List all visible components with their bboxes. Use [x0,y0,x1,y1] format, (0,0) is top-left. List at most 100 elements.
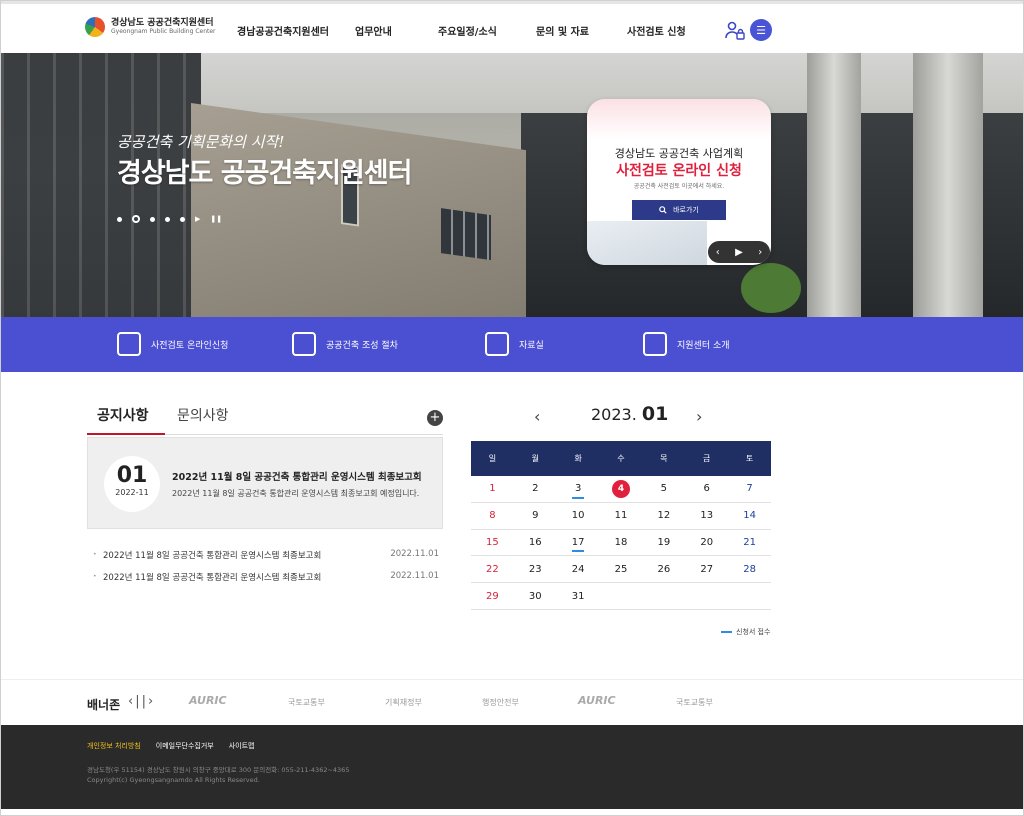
calendar-prev-button[interactable]: ‹ [534,407,540,426]
play-icon[interactable]: ▶ [195,215,200,223]
calendar-day[interactable]: 18 [600,530,643,556]
calendar-day[interactable]: 24 [557,556,600,582]
nav-item-business[interactable]: 업무안내 [355,23,392,38]
page: 경상남도 공공건축지원센터 Gyeongnam Public Building … [0,0,1024,816]
nav-item-center[interactable]: 경남공공건축지원센터 [237,23,329,38]
calendar-day[interactable]: 16 [514,530,557,556]
pause-icon[interactable]: ❚❚ [210,215,222,223]
calendar-day[interactable]: 22 [471,556,514,582]
banner-logo-auric[interactable]: AURIC [189,694,227,707]
quick-link-online-application[interactable]: 사전검토 온라인신청 [117,332,228,356]
calendar-day[interactable]: 29 [471,583,514,609]
chevron-left-icon[interactable]: ‹ [716,247,720,258]
day-number: 19 [657,536,671,548]
list-item[interactable]: • 2022년 11월 8일 공공건축 통합관리 운영시스템 최종보고회 202… [93,571,439,593]
calendar-day[interactable]: 10 [557,503,600,529]
calendar-day[interactable]: 11 [600,503,643,529]
play-icon[interactable]: ▶ [735,247,743,258]
footer-link-sitemap[interactable]: 사이트맵 [229,741,255,751]
calendar-day[interactable]: 25 [600,556,643,582]
day-number: 30 [528,590,542,602]
site-logo[interactable]: 경상남도 공공건축지원센터 Gyeongnam Public Building … [85,17,216,37]
popup-go-button[interactable]: 바로가기 [632,200,726,220]
footer-link-email-policy[interactable]: 이메일무단수집거부 [156,741,214,751]
day-number: 28 [743,563,756,575]
calendar-day[interactable]: 27 [685,556,728,582]
slide-dot[interactable] [117,216,122,222]
quick-link-label: 자료실 [519,340,544,351]
popup-go-label: 바로가기 [673,206,699,214]
calendar-day[interactable]: 4 [600,476,643,502]
day-number: 31 [571,590,585,602]
calendar-day[interactable]: 8 [471,503,514,529]
calendar-day[interactable]: 13 [685,503,728,529]
calendar-day[interactable]: 7 [728,476,771,502]
slide-dot[interactable] [180,216,185,222]
calendar-day[interactable]: 20 [685,530,728,556]
more-button[interactable]: + [427,410,443,426]
calendar-day[interactable]: 21 [728,530,771,556]
tab-notice[interactable]: 공지사항 [97,405,149,425]
calendar-day[interactable]: 28 [728,556,771,582]
calendar-day[interactable]: 17 [557,530,600,556]
list-item[interactable]: • 2022년 11월 8일 공공건축 통합관리 운영시스템 최종보고회 202… [93,549,439,571]
nav-item-pre-review[interactable]: 사전검토 신청 [627,23,686,38]
legend-swatch [721,631,732,633]
quick-link-archive[interactable]: 자료실 [485,332,544,356]
calendar-day[interactable]: 6 [685,476,728,502]
user-lock-icon[interactable] [725,20,745,40]
calendar-day[interactable]: 9 [514,503,557,529]
slide-dot[interactable] [150,216,155,222]
weekday-label: 금 [703,454,711,463]
slide-dot[interactable] [165,216,170,222]
nav-item-schedule[interactable]: 주요일정/소식 [438,23,497,38]
menu-button[interactable]: ☰ [750,19,772,41]
slide-dot-active[interactable] [132,215,140,223]
pause-icon[interactable]: || [135,694,148,709]
day-number: 26 [657,563,671,575]
calendar-day[interactable]: 1 [471,476,514,502]
weekday-label: 월 [531,454,539,463]
chevron-right-icon[interactable]: › [148,694,155,709]
calendar-title: 2023. 01 [591,403,668,425]
banner-logo-moef[interactable]: 기획재정부 [385,697,422,708]
calendar-day[interactable]: 31 [557,583,600,609]
day-number: 9 [532,510,539,522]
calendar-year: 2023. [591,405,637,424]
popup-headline: 사전검토 온라인 신청 [616,163,742,179]
calendar-day[interactable]: 12 [642,503,685,529]
calendar-day[interactable]: 15 [471,530,514,556]
calendar-day[interactable]: 23 [514,556,557,582]
footer-link-privacy[interactable]: 개인정보 처리방침 [87,741,141,751]
calendar-day[interactable]: 14 [728,503,771,529]
banner-logo-mois[interactable]: 행정안전부 [482,697,519,708]
banner-logo-molit[interactable]: 국토교통부 [676,697,713,708]
calendar-day[interactable]: 3 [557,476,600,502]
tab-inquiry[interactable]: 문의사항 [177,405,229,425]
footer-copyright: Copyright(c) Gyeongsangnamdo All Rights … [87,776,260,784]
calendar-empty-cell [728,583,771,609]
calendar-day[interactable]: 2 [514,476,557,502]
banner-logo-molit[interactable]: 국토교통부 [288,697,325,708]
banner-logo-auric[interactable]: AURIC [578,694,616,707]
day-number: 17 [571,536,585,548]
quick-link-about[interactable]: 지원센터 소개 [643,332,730,356]
featured-notice-description: 2022년 11월 8일 공공건축 통합관리 운영시스템 최종보고회 예정입니다… [172,489,420,498]
day-number: 22 [486,563,499,575]
today-marker: 4 [611,479,630,498]
chevron-left-icon: ‹ [534,407,541,426]
calendar-next-button[interactable]: › [696,407,702,426]
popup-caption: 공공건축 사전검토 이곳에서 하세요. [633,183,725,190]
calendar-day[interactable]: 26 [642,556,685,582]
day-number: 14 [743,510,756,522]
calendar-day[interactable]: 5 [642,476,685,502]
calendar-day[interactable]: 19 [642,530,685,556]
notice-title: 2022년 11월 8일 공공건축 통합관리 운영시스템 최종보고회 [103,573,322,583]
featured-notice[interactable]: 01 2022-11 2022년 11월 8일 공공건축 통합관리 운영시스템 … [87,437,443,529]
quick-link-procedure[interactable]: 공공건축 조성 절차 [292,332,398,356]
weekday-label: 수 [617,454,625,463]
chevron-right-icon[interactable]: › [758,247,762,258]
nav-item-inquiry[interactable]: 문의 및 자료 [536,23,589,38]
calendar-day[interactable]: 30 [514,583,557,609]
day-number: 12 [657,510,671,522]
